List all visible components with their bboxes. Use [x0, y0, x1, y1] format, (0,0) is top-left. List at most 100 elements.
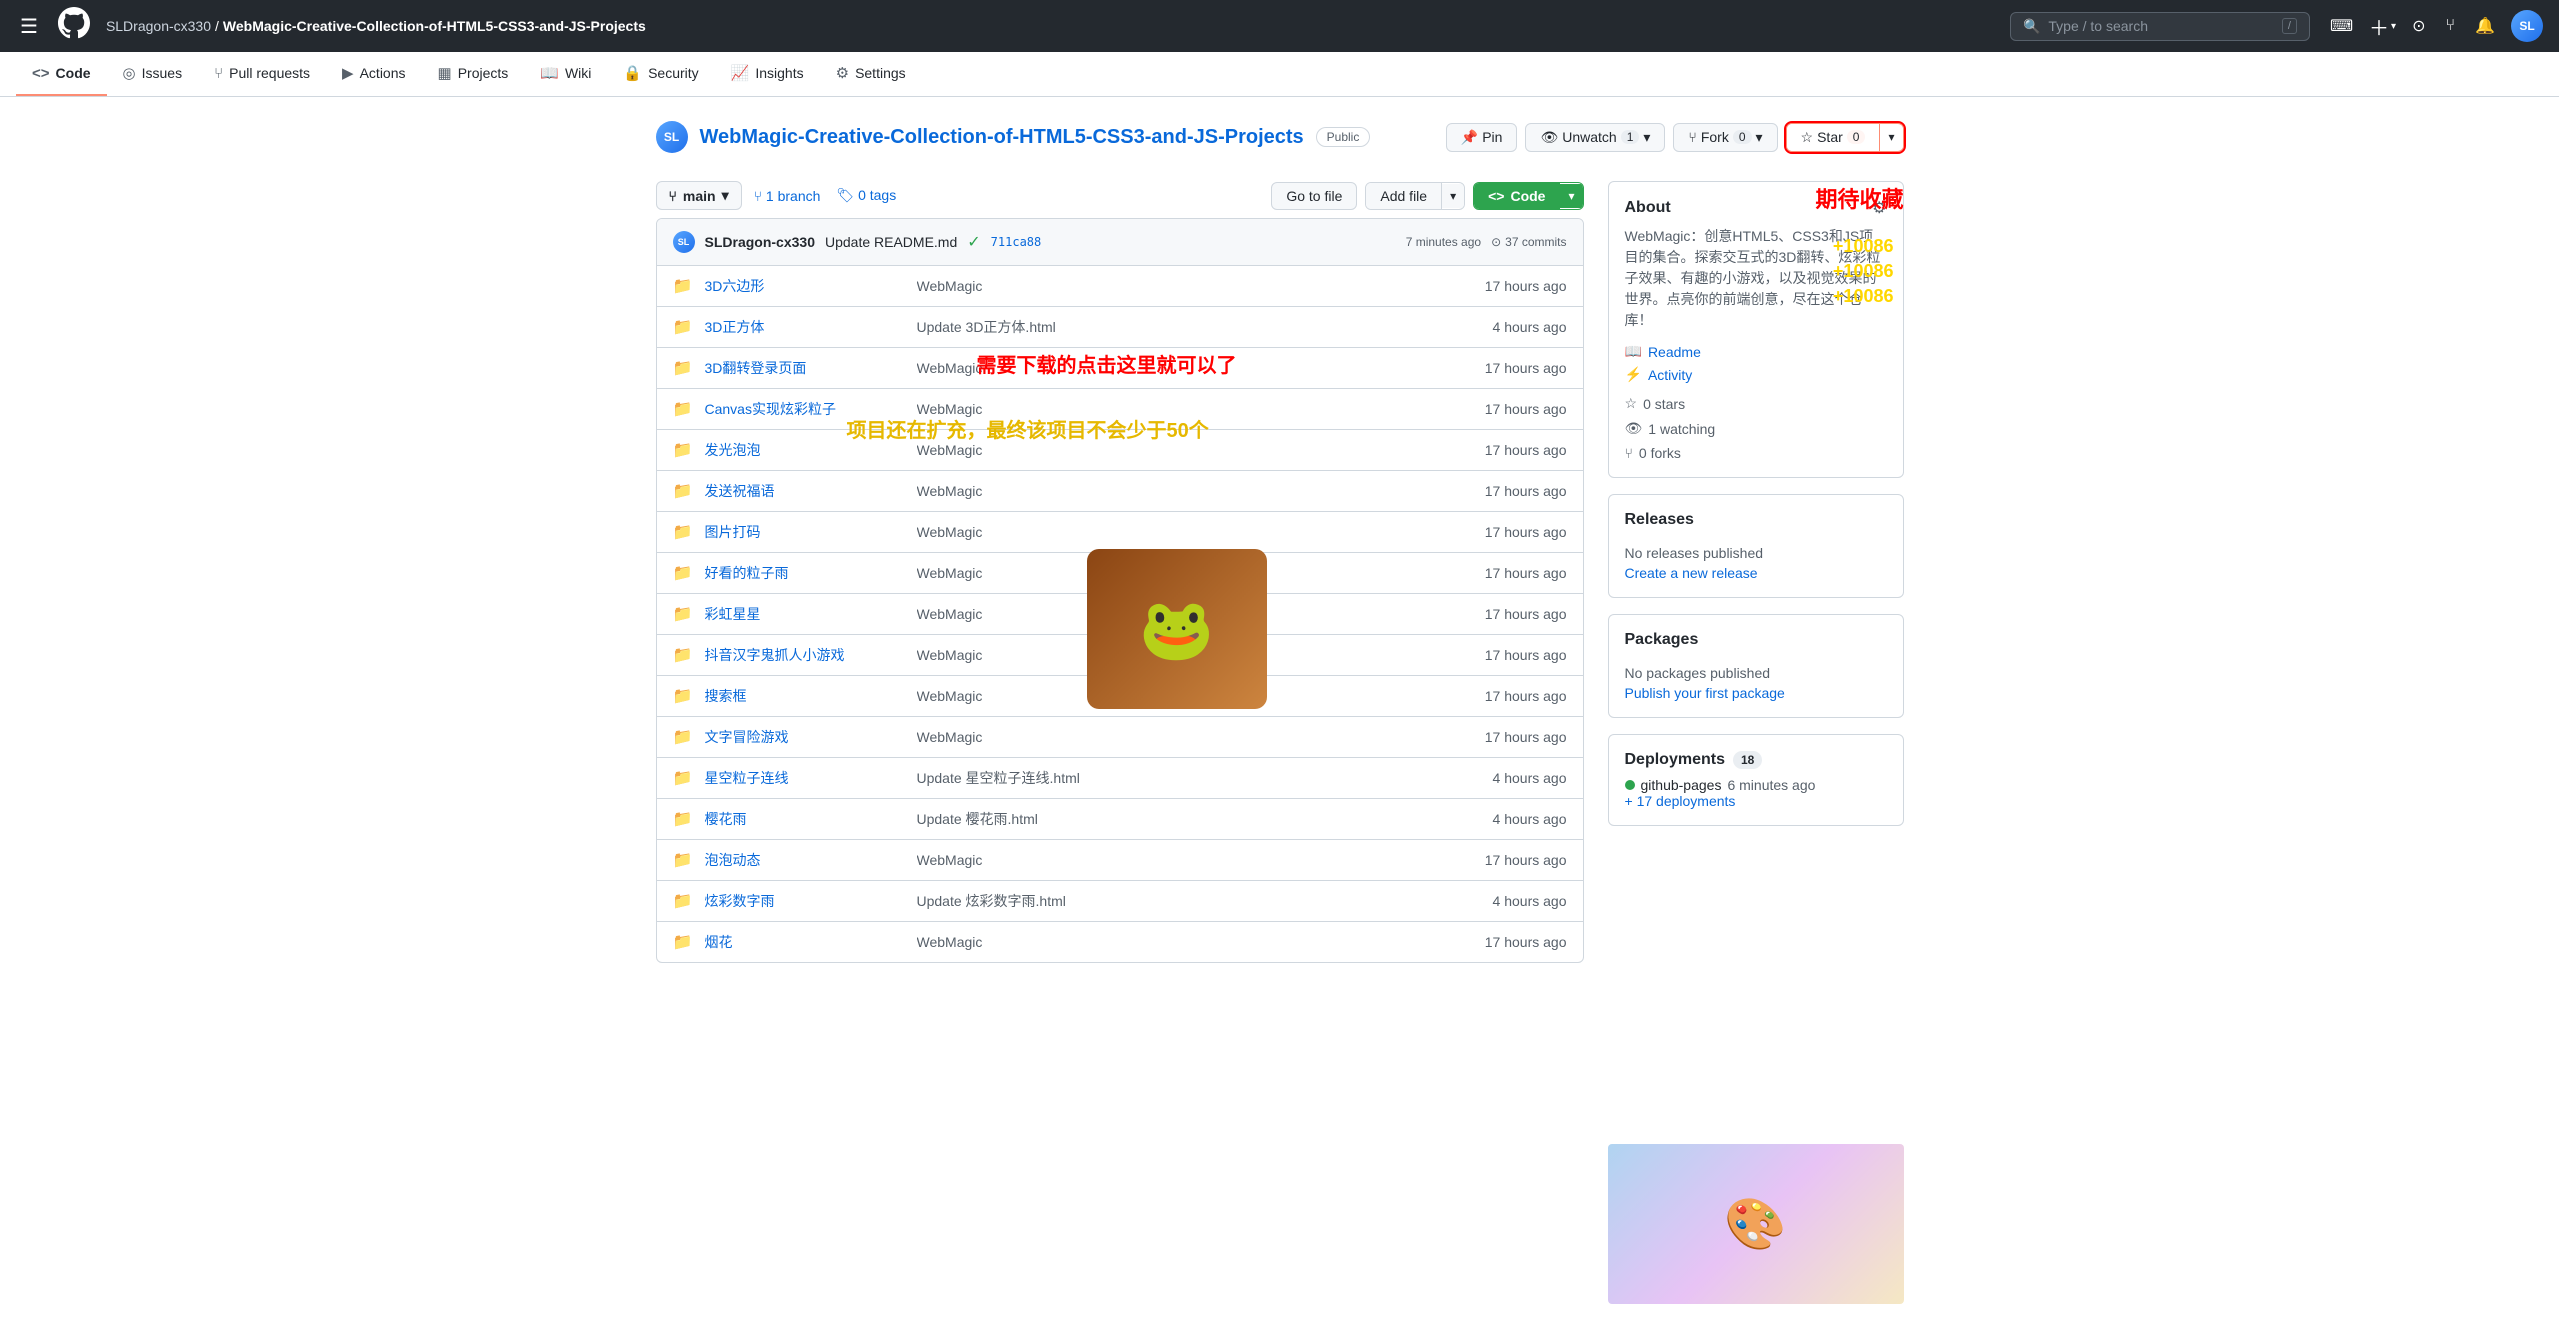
- commit-message[interactable]: Update README.md: [825, 234, 957, 250]
- anime-image: 🎨: [1608, 1144, 1904, 1304]
- more-deployments-link[interactable]: + 17 deployments: [1625, 793, 1736, 809]
- breadcrumb-repo[interactable]: WebMagic-Creative-Collection-of-HTML5-CS…: [223, 18, 646, 34]
- file-commit-message: WebMagic: [917, 360, 1435, 376]
- settings-tab-icon: ⚙: [836, 64, 849, 82]
- folder-icon: 📁: [673, 481, 693, 501]
- file-commit-message: WebMagic: [917, 729, 1435, 745]
- file-name-link[interactable]: 3D六边形: [705, 276, 905, 296]
- releases-title: Releases: [1625, 511, 1694, 529]
- commit-hash[interactable]: 711ca88: [991, 235, 1042, 249]
- tab-wiki[interactable]: 📖 Wiki: [524, 52, 607, 96]
- file-name-link[interactable]: Canvas实现炫彩粒子: [705, 399, 905, 419]
- search-box[interactable]: 🔍 /: [2010, 12, 2310, 41]
- file-commit-message: WebMagic: [917, 524, 1435, 540]
- code-icon: <>: [32, 65, 50, 82]
- folder-icon: 📁: [673, 768, 693, 788]
- file-commit-time: 17 hours ago: [1447, 401, 1567, 417]
- tab-security[interactable]: 🔒 Security: [607, 52, 714, 96]
- branch-bar: ⑂ main ▾ ⑂ 1 branch 🏷 0 tags Go to file: [656, 181, 1584, 210]
- packages-title: Packages: [1625, 631, 1699, 649]
- tab-insights[interactable]: 📈 Insights: [715, 52, 820, 96]
- watching-count: 1 watching: [1648, 421, 1715, 437]
- book-icon: 📖: [1625, 343, 1642, 360]
- tab-pull-requests[interactable]: ⑂ Pull requests: [198, 53, 326, 96]
- star-button[interactable]: ☆ Star 0: [1787, 124, 1881, 151]
- tab-actions[interactable]: ▶ Actions: [326, 52, 421, 96]
- deploy-time: 6 minutes ago: [1727, 777, 1815, 793]
- file-name-link[interactable]: 好看的粒子雨: [705, 563, 905, 583]
- create-release-link[interactable]: Create a new release: [1625, 565, 1758, 581]
- branch-selector[interactable]: ⑂ main ▾: [656, 181, 742, 210]
- publish-package-link[interactable]: Publish your first package: [1625, 685, 1785, 701]
- go-to-file-button[interactable]: Go to file: [1271, 182, 1357, 210]
- tab-projects[interactable]: ▦ Projects: [422, 52, 525, 96]
- packages-section: Packages No packages published Publish y…: [1608, 614, 1904, 718]
- avatar[interactable]: SL: [2511, 10, 2543, 42]
- file-name-link[interactable]: 彩虹星星: [705, 604, 905, 624]
- commit-check-icon: ✓: [967, 232, 980, 252]
- file-commit-message: WebMagic: [917, 565, 1435, 581]
- tag-count-link[interactable]: 🏷 0 tags: [836, 187, 896, 204]
- forks-stat[interactable]: ⑂ 0 forks: [1625, 445, 1887, 461]
- add-file-button-group: Add file ▾: [1365, 182, 1465, 210]
- file-name-link[interactable]: 烟花: [705, 932, 905, 952]
- stars-stat[interactable]: ☆ 0 stars: [1625, 395, 1887, 412]
- issues-icon: ⊙: [2412, 16, 2425, 36]
- deploy-name[interactable]: github-pages: [1641, 777, 1722, 793]
- add-file-button[interactable]: Add file: [1366, 183, 1442, 209]
- pull-requests-button[interactable]: ⑂: [2441, 13, 2459, 39]
- file-commit-message: WebMagic: [917, 606, 1435, 622]
- activity-link[interactable]: ⚡ Activity: [1625, 366, 1887, 383]
- issues-button[interactable]: ⊙: [2408, 12, 2429, 40]
- about-stats: ☆ 0 stars 👁 1 watching ⑂ 0 forks: [1625, 395, 1887, 461]
- pin-button[interactable]: 📌 Pin: [1446, 123, 1518, 152]
- file-name-link[interactable]: 3D正方体: [705, 317, 905, 337]
- code-button[interactable]: <> Code: [1474, 183, 1560, 209]
- file-name-link[interactable]: 发送祝福语: [705, 481, 905, 501]
- file-name-link[interactable]: 抖音汉字鬼抓人小游戏: [705, 645, 905, 665]
- github-logo-icon[interactable]: [58, 7, 90, 46]
- repo-name[interactable]: WebMagic-Creative-Collection-of-HTML5-CS…: [700, 126, 1304, 149]
- file-commit-time: 17 hours ago: [1447, 278, 1567, 294]
- file-name-link[interactable]: 搜索框: [705, 686, 905, 706]
- tab-issues[interactable]: ◎ Issues: [107, 52, 199, 96]
- file-commit-message: Update 3D正方体.html: [917, 317, 1435, 337]
- file-name-link[interactable]: 樱花雨: [705, 809, 905, 829]
- tab-code[interactable]: <> Code: [16, 53, 107, 96]
- file-name-link[interactable]: 3D翻转登录页面: [705, 358, 905, 378]
- actions-tab-icon: ▶: [342, 64, 354, 82]
- commit-author-name[interactable]: SLDragon-cx330: [705, 234, 815, 250]
- file-commit-time: 4 hours ago: [1447, 893, 1567, 909]
- watch-button[interactable]: 👁 Unwatch 1 ▾: [1525, 123, 1665, 152]
- terminal-button[interactable]: ⌨: [2326, 12, 2357, 40]
- notifications-button[interactable]: 🔔: [2471, 12, 2499, 40]
- star-dropdown-button[interactable]: ▾: [1880, 125, 1902, 149]
- watching-stat[interactable]: 👁 1 watching: [1625, 420, 1887, 437]
- tab-settings[interactable]: ⚙ Settings: [820, 52, 922, 96]
- fork-chevron-icon: ▾: [1756, 129, 1763, 146]
- releases-section: Releases No releases published Create a …: [1608, 494, 1904, 598]
- file-name-link[interactable]: 图片打码: [705, 522, 905, 542]
- code-dropdown-button[interactable]: ▾: [1560, 184, 1582, 208]
- fork-button[interactable]: ⑂ Fork 0 ▾: [1673, 123, 1777, 152]
- file-commit-message: WebMagic: [917, 647, 1435, 663]
- branch-count-link[interactable]: ⑂ 1 branch: [754, 188, 821, 204]
- activity-link-label: Activity: [1648, 367, 1692, 383]
- breadcrumb: SLDragon-cx330 / WebMagic-Creative-Colle…: [106, 18, 646, 34]
- branch-count-label: 1 branch: [766, 188, 820, 204]
- file-commit-time: 17 hours ago: [1447, 565, 1567, 581]
- commit-count[interactable]: ⊙ 37 commits: [1491, 235, 1566, 249]
- about-settings-button[interactable]: ⚙: [1872, 198, 1886, 218]
- search-icon: 🔍: [2023, 18, 2040, 35]
- breadcrumb-owner[interactable]: SLDragon-cx330: [106, 18, 211, 34]
- file-name-link[interactable]: 文字冒险游戏: [705, 727, 905, 747]
- file-name-link[interactable]: 泡泡动态: [705, 850, 905, 870]
- create-new-button[interactable]: ＋ ▾: [2369, 12, 2396, 41]
- readme-link[interactable]: 📖 Readme: [1625, 343, 1887, 360]
- hamburger-menu-button[interactable]: ☰: [16, 10, 42, 43]
- search-input[interactable]: [2048, 18, 2274, 34]
- add-file-dropdown-button[interactable]: ▾: [1442, 184, 1464, 208]
- file-name-link[interactable]: 发光泡泡: [705, 440, 905, 460]
- file-name-link[interactable]: 炫彩数字雨: [705, 891, 905, 911]
- file-name-link[interactable]: 星空粒子连线: [705, 768, 905, 788]
